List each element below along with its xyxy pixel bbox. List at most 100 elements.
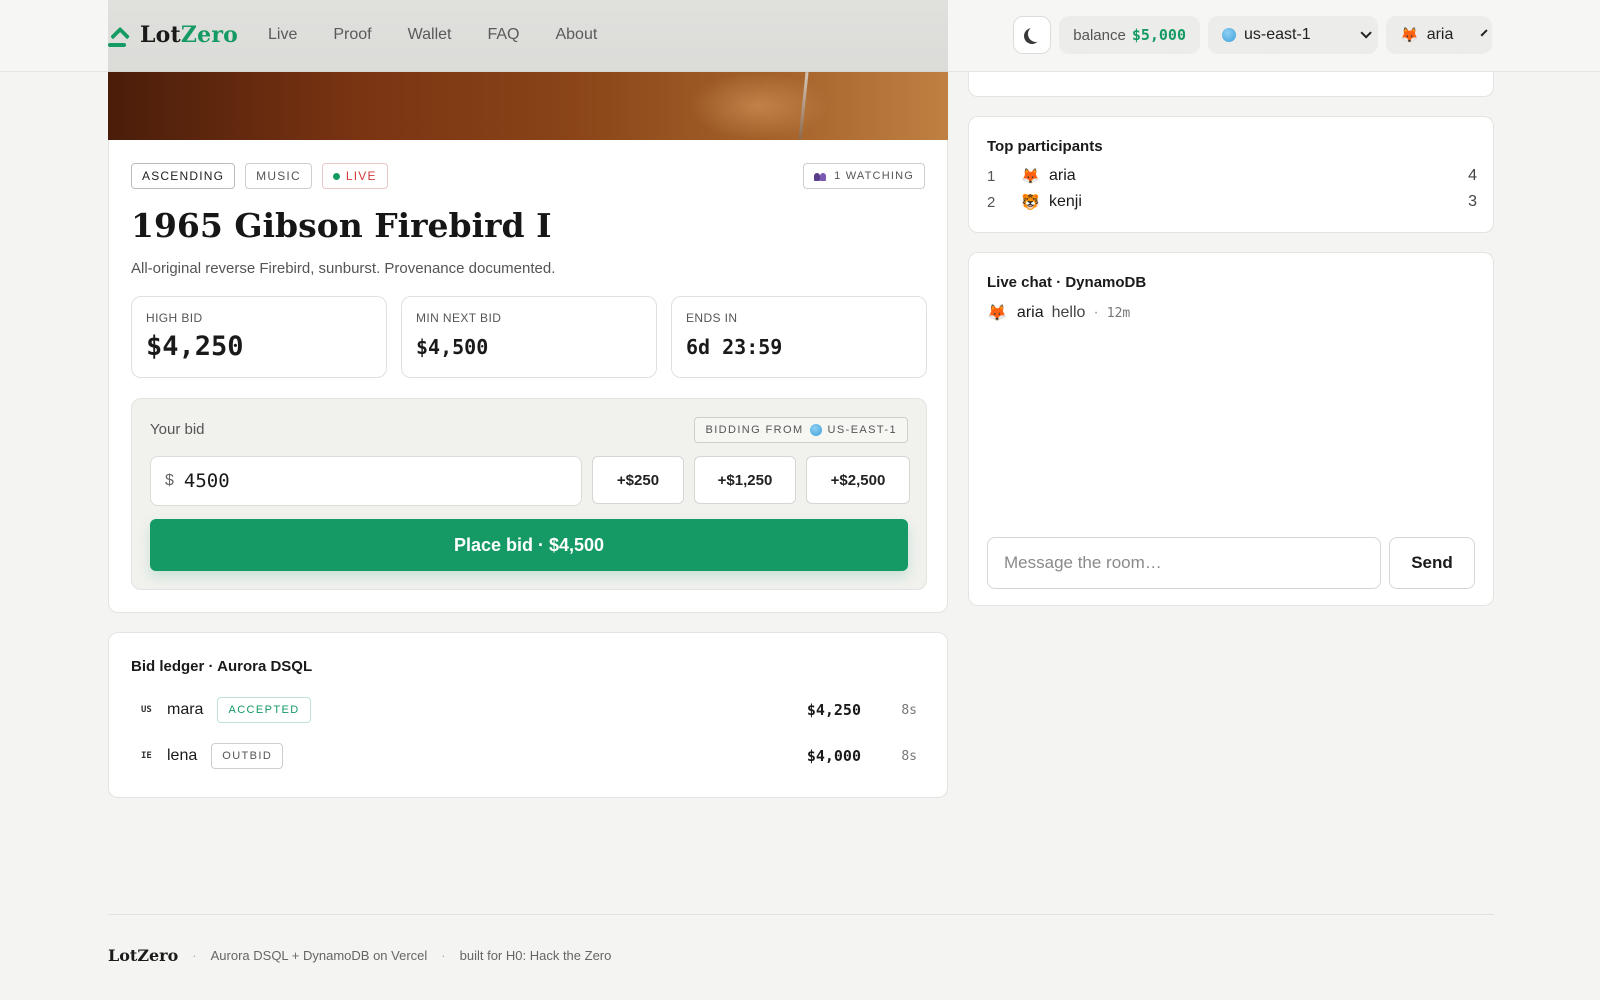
top-nav: LotZero Live Proof Wallet FAQ About bala… [0,0,1600,72]
ends-in-stat: ENDS IN 6d 23:59 [671,296,927,378]
lot-card: ASCENDING MUSIC LIVE 1 WATCHING 1965 Gib… [108,140,948,613]
chevron-down-icon [1360,27,1372,39]
globe-icon [1222,28,1236,42]
fox-avatar-icon: 🦊 [1400,27,1419,44]
bid-amount-input[interactable]: $ 4500 [150,456,582,506]
footer-separator: · [192,948,197,963]
globe-icon [809,424,822,436]
nav-actions: balance $5,000 us-east-1 🦊 aria [1013,16,1492,54]
high-bid-stat: HIGH BID $4,250 [131,296,387,378]
top-participants-card: Top participants 1 🦊 aria 4 2 🐯 kenji 3 [968,116,1494,233]
balance-label: balance [1073,26,1126,44]
lot-hero-image [108,72,948,140]
high-bid-value: $4,250 [146,331,244,362]
country-code: IE [141,751,152,761]
bidding-region: US-EAST-1 [827,424,897,436]
fox-avatar-icon: 🦊 [987,305,1007,322]
user-select[interactable]: 🦊 aria [1386,16,1492,54]
footer: LotZero · Aurora DSQL + DynamoDB on Verc… [108,946,611,965]
participant-bid-count: 4 [1468,167,1477,184]
min-next-bid-stat: MIN NEXT BID $4,500 [401,296,657,378]
participant-row: 1 🦊 aria 4 [987,164,1477,188]
balance-value: $5,000 [1131,26,1186,44]
min-next-bid-value: $4,500 [416,335,489,359]
chat-author: aria [1016,304,1044,321]
currency-symbol: $ [165,472,174,489]
category-badge: MUSIC [245,163,312,189]
ledger-row: US mara ACCEPTED $4,250 8s [131,697,927,723]
chat-time: 12m [1106,305,1131,321]
lot-stats: HIGH BID $4,250 MIN NEXT BID $4,500 ENDS… [131,296,927,378]
live-dot-icon [332,172,340,180]
live-badge-label: LIVE [345,169,377,183]
watching-count: 1 WATCHING [834,170,914,182]
participant-rank: 1 [987,167,996,185]
participants-title: Top participants [987,138,1103,155]
region-select[interactable]: us-east-1 [1208,16,1378,54]
bid-panel: Your bid BIDDING FROM US-EAST-1 $ 4500 +… [131,398,927,590]
country-code: US [141,705,152,715]
type-badge: ASCENDING [131,163,236,189]
chevron-down-icon [1480,29,1489,37]
brand-logo[interactable]: LotZero [108,22,238,48]
participant-bid-count: 3 [1468,193,1477,210]
logo-mark-icon [108,23,131,47]
footer-stack: Aurora DSQL + DynamoDB on Vercel [210,948,428,963]
live-badge: LIVE [321,163,388,189]
moon-icon [1028,26,1044,42]
increment-250-button[interactable]: +$250 [592,456,684,504]
place-bid-button[interactable]: Place bid · $4,500 [150,519,908,571]
send-button[interactable]: Send [1389,537,1475,589]
lot-description: All-original reverse Firebird, sunburst.… [131,260,556,277]
chat-message: 🦊 aria hello · 12m [987,303,1130,323]
bidding-from-badge: BIDDING FROM US-EAST-1 [694,417,908,443]
bid-age: 8s [901,702,917,718]
user-select-value: aria [1426,26,1454,43]
nav-link-faq[interactable]: FAQ [487,26,519,44]
ledger-row: IE lena OUTBID $4,000 8s [131,743,927,769]
bid-age: 8s [901,748,917,764]
chat-separator: · [1093,304,1099,321]
nav-link-about[interactable]: About [555,26,597,44]
people-icon [814,172,827,181]
lot-title: 1965 Gibson Firebird I [131,206,552,245]
stat-label: HIGH BID [146,311,203,325]
footer-separator: · [441,948,446,963]
bid-amount: $4,000 [806,747,861,765]
region-select-value: us-east-1 [1244,26,1311,43]
chat-message-input[interactable]: Message the room… [987,537,1381,589]
bid-ledger-card: Bid ledger · Aurora DSQL US mara ACCEPTE… [108,632,948,798]
status-badge: OUTBID [211,743,284,769]
participant-name: aria [1049,167,1076,184]
theme-toggle-button[interactable] [1013,16,1052,54]
nav-link-wallet[interactable]: Wallet [408,26,452,44]
status-badge: ACCEPTED [217,697,311,723]
stat-label: ENDS IN [686,311,738,325]
participant-rank: 2 [987,193,996,211]
bid-amount: $4,250 [806,701,861,719]
ledger-title: Bid ledger · Aurora DSQL [131,658,313,675]
nav-link-proof[interactable]: Proof [333,26,371,44]
tiger-avatar-icon: 🐯 [1021,194,1040,211]
stat-label: MIN NEXT BID [416,311,502,325]
live-chat-card: Live chat · DynamoDB 🦊 aria hello · 12m … [968,252,1494,606]
participant-row: 2 🐯 kenji 3 [987,190,1477,214]
ends-in-value: 6d 23:59 [686,335,783,359]
watching-badge: 1 WATCHING [803,163,925,189]
balance-pill: balance $5,000 [1059,16,1200,54]
bidding-from-label: BIDDING FROM [705,424,804,436]
increment-1250-button[interactable]: +$1,250 [694,456,796,504]
bidder-name: lena [167,747,198,764]
footer-brand: LotZero [108,946,179,965]
participant-name: kenji [1049,193,1082,210]
fox-avatar-icon: 🦊 [1021,168,1040,185]
chat-text: hello [1051,304,1086,321]
nav-links: Live Proof Wallet FAQ About [268,26,597,44]
nav-link-live[interactable]: Live [268,26,297,44]
footer-divider [108,914,1494,915]
footer-credit: built for H0: Hack the Zero [459,948,612,963]
bidder-name: mara [167,701,204,718]
increment-2500-button[interactable]: +$2,500 [806,456,910,504]
bid-amount-value: 4500 [183,470,230,492]
your-bid-label: Your bid [150,421,205,438]
